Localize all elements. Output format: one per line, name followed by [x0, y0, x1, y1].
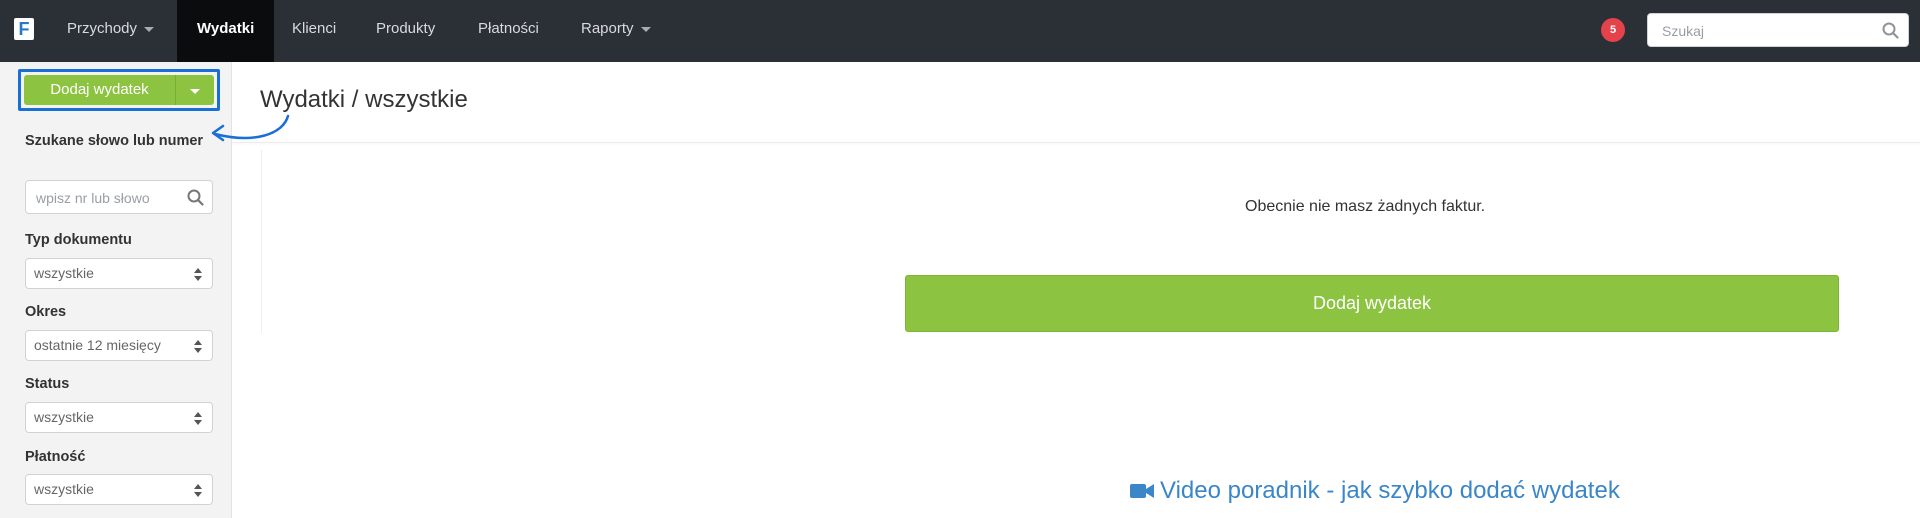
nav-item-platnosci[interactable]: Płatności: [458, 0, 559, 62]
period-select[interactable]: ostatnie 12 miesięcy: [25, 330, 213, 361]
payment-label: Płatność: [25, 449, 86, 465]
search-filter: [25, 180, 213, 215]
top-navbar: F Przychody Wydatki Klienci Produkty Pła…: [0, 0, 1920, 62]
status-label: Status: [25, 376, 70, 392]
add-expense-dropdown-toggle[interactable]: [175, 75, 214, 105]
app-logo[interactable]: F: [14, 18, 34, 40]
period-label: Okres: [25, 304, 67, 320]
video-tutorial-label: Video poradnik - jak szybko dodać wydate…: [1160, 477, 1620, 504]
add-expense-highlight: Dodaj wydatek: [18, 69, 220, 111]
payment-select[interactable]: wszystkie: [25, 474, 213, 505]
global-search-input[interactable]: [1660, 14, 1874, 48]
video-camera-icon: [1130, 479, 1154, 507]
search-icon[interactable]: [1882, 22, 1899, 44]
nav-item-klienci[interactable]: Klienci: [272, 0, 356, 62]
nav-item-label: Wydatki: [197, 20, 255, 37]
nav-item-label: Produkty: [376, 20, 436, 37]
search-filter-label: Szukane słowo lub numer: [25, 133, 204, 149]
select-arrows-icon: [194, 412, 202, 425]
caret-down-icon: [190, 89, 200, 94]
global-search: [1647, 13, 1909, 48]
payment-value: wszystkie: [34, 481, 94, 497]
period-value: ostatnie 12 miesięcy: [34, 337, 161, 353]
add-expense-button[interactable]: Dodaj wydatek: [24, 75, 175, 105]
nav-item-label: Płatności: [478, 20, 539, 37]
sidebar: Dodaj wydatek Szukane słowo lub numer Ty…: [0, 62, 232, 518]
nav-item-raporty[interactable]: Raporty: [561, 0, 671, 62]
search-icon[interactable]: [187, 189, 204, 211]
select-arrows-icon: [194, 340, 202, 353]
chevron-down-icon: [640, 26, 651, 32]
nav-item-label: Raporty: [581, 20, 634, 37]
video-tutorial-link[interactable]: Video poradnik - jak szybko dodać wydate…: [1130, 477, 1620, 507]
nav-item-label: Klienci: [292, 20, 337, 37]
page-title: Wydatki / wszystkie: [260, 86, 468, 113]
status-select[interactable]: wszystkie: [25, 402, 213, 433]
nav-item-wydatki[interactable]: Wydatki: [177, 0, 275, 62]
select-arrows-icon: [194, 268, 202, 281]
empty-state-message: Obecnie nie masz żadnych faktur.: [1245, 198, 1486, 215]
nav-item-przychody[interactable]: Przychody: [47, 0, 174, 62]
add-expense-main-button[interactable]: Dodaj wydatek: [905, 275, 1839, 332]
nav-item-produkty[interactable]: Produkty: [356, 0, 455, 62]
doc-type-select[interactable]: wszystkie: [25, 258, 213, 289]
select-arrows-icon: [194, 484, 202, 497]
annotation-arrow: [211, 114, 290, 142]
chevron-down-icon: [144, 26, 155, 32]
status-value: wszystkie: [34, 409, 94, 425]
doc-type-value: wszystkie: [34, 265, 94, 281]
nav-item-label: Przychody: [67, 20, 138, 37]
notification-badge[interactable]: 5: [1601, 18, 1625, 42]
search-filter-input[interactable]: [34, 181, 183, 215]
title-divider: [232, 142, 1920, 143]
add-expense-split-button: Dodaj wydatek: [24, 75, 214, 105]
doc-type-label: Typ dokumentu: [25, 232, 132, 248]
